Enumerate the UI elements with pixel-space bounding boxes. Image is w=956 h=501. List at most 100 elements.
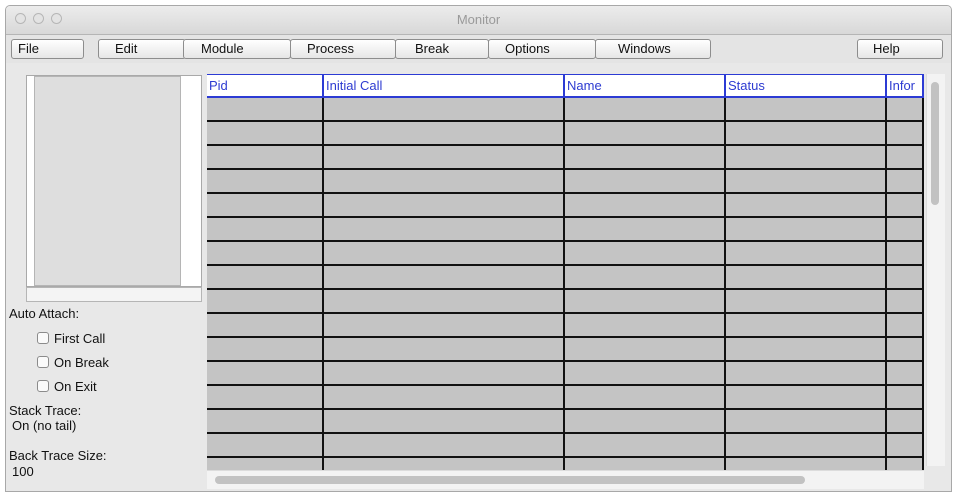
table-row[interactable] <box>207 386 924 410</box>
table-cell[interactable] <box>565 386 726 408</box>
table-cell[interactable] <box>565 242 726 264</box>
table-cell[interactable] <box>887 434 924 456</box>
table-horizontal-scrollbar[interactable] <box>207 470 924 489</box>
table-cell[interactable] <box>565 434 726 456</box>
table-cell[interactable] <box>565 194 726 216</box>
column-header[interactable]: Pid <box>207 74 324 96</box>
vertical-scroll-thumb[interactable] <box>931 82 939 205</box>
table-row[interactable] <box>207 242 924 266</box>
table-cell[interactable] <box>726 218 887 240</box>
table-row[interactable] <box>207 338 924 362</box>
table-cell[interactable] <box>565 170 726 192</box>
table-cell[interactable] <box>726 386 887 408</box>
column-header[interactable]: Name <box>565 74 726 96</box>
table-cell[interactable] <box>887 410 924 432</box>
table-row[interactable] <box>207 314 924 338</box>
table-cell[interactable] <box>207 146 324 168</box>
table-cell[interactable] <box>207 362 324 384</box>
column-header[interactable]: Infor <box>887 74 924 96</box>
table-cell[interactable] <box>726 290 887 312</box>
table-cell[interactable] <box>887 314 924 336</box>
table-cell[interactable] <box>207 170 324 192</box>
table-row[interactable] <box>207 410 924 434</box>
table-cell[interactable] <box>887 170 924 192</box>
table-body[interactable] <box>207 98 924 471</box>
first-call-checkbox[interactable]: First Call <box>37 329 105 347</box>
menu-edit-button[interactable]: Edit <box>98 39 186 59</box>
menu-windows-button[interactable]: Windows <box>595 39 711 59</box>
table-cell[interactable] <box>887 386 924 408</box>
table-cell[interactable] <box>565 338 726 360</box>
table-cell[interactable] <box>726 98 887 120</box>
table-cell[interactable] <box>726 170 887 192</box>
table-cell[interactable] <box>324 410 565 432</box>
on-break-checkbox[interactable]: On Break <box>37 353 109 371</box>
column-header[interactable]: Status <box>726 74 887 96</box>
table-cell[interactable] <box>324 290 565 312</box>
table-cell[interactable] <box>324 338 565 360</box>
title-bar[interactable]: Monitor <box>6 6 951 35</box>
table-cell[interactable] <box>207 242 324 264</box>
table-cell[interactable] <box>324 242 565 264</box>
table-cell[interactable] <box>207 194 324 216</box>
menu-help-button[interactable]: Help <box>857 39 943 59</box>
table-cell[interactable] <box>887 338 924 360</box>
table-row[interactable] <box>207 98 924 122</box>
table-cell[interactable] <box>726 242 887 264</box>
table-cell[interactable] <box>887 194 924 216</box>
table-cell[interactable] <box>726 122 887 144</box>
table-cell[interactable] <box>324 362 565 384</box>
table-cell[interactable] <box>207 122 324 144</box>
table-row[interactable] <box>207 146 924 170</box>
table-cell[interactable] <box>565 290 726 312</box>
table-cell[interactable] <box>565 314 726 336</box>
table-cell[interactable] <box>887 266 924 288</box>
table-cell[interactable] <box>324 266 565 288</box>
table-cell[interactable] <box>324 386 565 408</box>
menu-process-button[interactable]: Process <box>290 39 396 59</box>
table-cell[interactable] <box>207 266 324 288</box>
table-cell[interactable] <box>207 434 324 456</box>
table-cell[interactable] <box>565 122 726 144</box>
table-row[interactable] <box>207 218 924 242</box>
module-list-scrollbar[interactable] <box>26 287 202 302</box>
table-cell[interactable] <box>324 122 565 144</box>
table-row[interactable] <box>207 170 924 194</box>
table-row[interactable] <box>207 194 924 218</box>
on-exit-checkbox[interactable]: On Exit <box>37 377 97 395</box>
table-cell[interactable] <box>565 410 726 432</box>
menu-file-button[interactable]: File <box>11 39 84 59</box>
menu-module-button[interactable]: Module <box>183 39 291 59</box>
table-cell[interactable] <box>207 290 324 312</box>
table-cell[interactable] <box>887 218 924 240</box>
table-cell[interactable] <box>207 98 324 120</box>
table-cell[interactable] <box>726 194 887 216</box>
table-cell[interactable] <box>324 146 565 168</box>
menu-break-button[interactable]: Break <box>395 39 489 59</box>
table-cell[interactable] <box>207 410 324 432</box>
table-cell[interactable] <box>887 122 924 144</box>
table-vertical-scrollbar[interactable] <box>926 74 945 466</box>
table-cell[interactable] <box>324 194 565 216</box>
table-cell[interactable] <box>565 218 726 240</box>
table-cell[interactable] <box>887 242 924 264</box>
table-cell[interactable] <box>887 146 924 168</box>
checkbox-icon[interactable] <box>37 380 49 392</box>
table-row[interactable] <box>207 362 924 386</box>
table-cell[interactable] <box>324 98 565 120</box>
table-cell[interactable] <box>726 362 887 384</box>
table-cell[interactable] <box>207 338 324 360</box>
process-table[interactable]: Pid Initial Call Name Status Infor <box>207 74 924 471</box>
table-cell[interactable] <box>565 146 726 168</box>
checkbox-icon[interactable] <box>37 356 49 368</box>
table-cell[interactable] <box>324 434 565 456</box>
table-cell[interactable] <box>726 266 887 288</box>
table-cell[interactable] <box>726 410 887 432</box>
table-cell[interactable] <box>565 266 726 288</box>
table-cell[interactable] <box>887 290 924 312</box>
table-cell[interactable] <box>324 170 565 192</box>
table-cell[interactable] <box>207 218 324 240</box>
table-cell[interactable] <box>726 434 887 456</box>
table-cell[interactable] <box>887 98 924 120</box>
table-cell[interactable] <box>726 314 887 336</box>
